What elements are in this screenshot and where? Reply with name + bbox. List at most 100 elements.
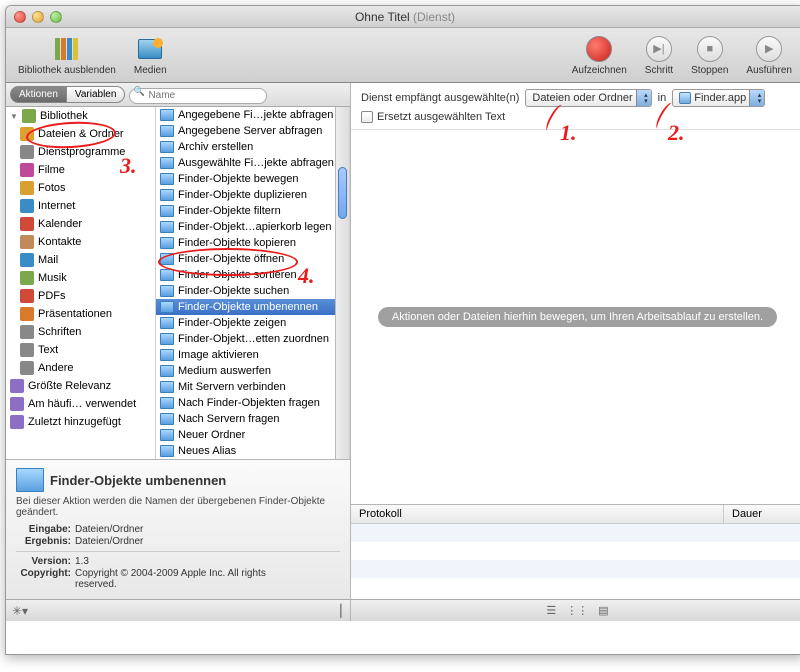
view-icon-3[interactable]: ▤ bbox=[598, 604, 608, 617]
category-item[interactable]: Dateien & Ordner bbox=[6, 125, 155, 143]
category-list[interactable]: ▼BibliothekDateien & OrdnerDienstprogram… bbox=[6, 107, 156, 459]
action-item[interactable]: Finder-Objekt…etten zuordnen bbox=[156, 331, 349, 347]
finder-icon bbox=[160, 237, 174, 249]
category-item[interactable]: Musik bbox=[6, 269, 155, 287]
action-item[interactable]: Finder-Objekte sortieren bbox=[156, 267, 349, 283]
step-button[interactable]: ▶| Schritt bbox=[645, 35, 673, 76]
smart-folder[interactable]: Größte Relevanz bbox=[6, 377, 155, 395]
workflow-canvas[interactable]: Aktionen oder Dateien hierhin bewegen, u… bbox=[351, 129, 800, 504]
application-popup[interactable]: Finder.app▴▾ bbox=[672, 89, 765, 107]
category-item[interactable]: Kalender bbox=[6, 215, 155, 233]
finder-icon bbox=[160, 317, 174, 329]
info-panel: Finder-Objekte umbenennen Bei dieser Akt… bbox=[6, 459, 350, 599]
category-item[interactable]: PDFs bbox=[6, 287, 155, 305]
tab-actions[interactable]: Aktionen bbox=[10, 86, 67, 103]
sidebar-footer: ✳︎▾ ⎮ bbox=[6, 599, 350, 621]
action-item[interactable]: Angegebene Server abfragen bbox=[156, 123, 349, 139]
finder-icon bbox=[160, 349, 174, 361]
smart-folder[interactable]: Am häufi… verwendet bbox=[6, 395, 155, 413]
toolbar: Bibliothek ausblenden Medien Aufzeichnen… bbox=[6, 28, 800, 83]
category-item[interactable]: Filme bbox=[6, 161, 155, 179]
action-item[interactable]: Image aktivieren bbox=[156, 347, 349, 363]
action-item[interactable]: Archiv erstellen bbox=[156, 139, 349, 155]
category-item[interactable]: Schriften bbox=[6, 323, 155, 341]
workflow-placeholder: Aktionen oder Dateien hierhin bewegen, u… bbox=[378, 307, 777, 327]
action-item[interactable]: Neues Alias bbox=[156, 443, 349, 459]
search-input[interactable] bbox=[129, 88, 267, 104]
action-item[interactable]: Finder-Objekte bewegen bbox=[156, 171, 349, 187]
finder-icon bbox=[160, 189, 174, 201]
replace-text-checkbox[interactable]: Ersetzt ausgewählten Text bbox=[361, 111, 794, 123]
minimize-button[interactable] bbox=[32, 11, 44, 23]
stop-icon: ■ bbox=[697, 36, 723, 62]
run-icon: ▶ bbox=[756, 36, 782, 62]
service-config-bar: Dienst empfängt ausgewählte(n) Dateien o… bbox=[351, 83, 800, 129]
log-col-protocol[interactable]: Protokoll bbox=[351, 505, 724, 523]
action-item[interactable]: Ausgewählte Fi…jekte abfragen bbox=[156, 155, 349, 171]
hide-library-label: Bibliothek ausblenden bbox=[18, 65, 116, 76]
action-item[interactable]: Finder-Objekte öffnen bbox=[156, 251, 349, 267]
category-library[interactable]: ▼Bibliothek bbox=[6, 107, 155, 125]
finder-icon bbox=[160, 397, 174, 409]
library-tabs[interactable]: Aktionen Variablen bbox=[10, 86, 125, 103]
action-item[interactable]: Medium auswerfen bbox=[156, 363, 349, 379]
hide-library-button[interactable]: Bibliothek ausblenden bbox=[18, 35, 116, 76]
action-item[interactable]: Angegebene Fi…jekte abfragen bbox=[156, 107, 349, 123]
finder-icon bbox=[160, 173, 174, 185]
category-item[interactable]: Kontakte bbox=[6, 233, 155, 251]
action-item[interactable]: Finder-Objekte filtern bbox=[156, 203, 349, 219]
content-footer: ☰ ⋮⋮ ▤ bbox=[351, 599, 800, 621]
action-item[interactable]: Finder-Objekte duplizieren bbox=[156, 187, 349, 203]
media-label: Medien bbox=[134, 65, 167, 76]
media-icon bbox=[138, 39, 162, 59]
category-item[interactable]: Andere bbox=[6, 359, 155, 377]
record-button[interactable]: Aufzeichnen bbox=[572, 35, 627, 76]
close-button[interactable] bbox=[14, 11, 26, 23]
action-item[interactable]: Finder-Objekte umbenennen bbox=[156, 299, 349, 315]
stop-label: Stoppen bbox=[691, 65, 728, 76]
finder-icon bbox=[160, 333, 174, 345]
resize-handle[interactable]: ⎮ bbox=[338, 604, 344, 618]
record-label: Aufzeichnen bbox=[572, 65, 627, 76]
action-item[interactable]: Mit Servern verbinden bbox=[156, 379, 349, 395]
scrollbar[interactable] bbox=[335, 107, 349, 459]
zoom-button[interactable] bbox=[50, 11, 62, 23]
category-item[interactable]: Dienstprogramme bbox=[6, 143, 155, 161]
run-button[interactable]: ▶ Ausführen bbox=[746, 35, 792, 76]
action-item[interactable]: Finder-Objekte suchen bbox=[156, 283, 349, 299]
finder-icon bbox=[16, 468, 44, 492]
action-item[interactable]: Nach Finder-Objekten fragen bbox=[156, 395, 349, 411]
view-icon-2[interactable]: ⋮⋮ bbox=[566, 604, 588, 617]
finder-icon bbox=[160, 141, 174, 153]
finder-icon bbox=[160, 125, 174, 137]
smart-folder[interactable]: Zuletzt hinzugefügt bbox=[6, 413, 155, 431]
log-col-duration[interactable]: Dauer bbox=[724, 505, 800, 523]
action-item[interactable]: Finder-Objekte kopieren bbox=[156, 235, 349, 251]
category-item[interactable]: Mail bbox=[6, 251, 155, 269]
action-item[interactable]: Neuer Ordner bbox=[156, 427, 349, 443]
category-item[interactable]: Präsentationen bbox=[6, 305, 155, 323]
finder-app-icon bbox=[679, 92, 691, 104]
action-item[interactable]: Nach Servern fragen bbox=[156, 411, 349, 427]
input-type-popup[interactable]: Dateien oder Ordner▴▾ bbox=[525, 89, 651, 107]
category-item[interactable]: Internet bbox=[6, 197, 155, 215]
info-title: Finder-Objekte umbenennen bbox=[50, 473, 226, 488]
finder-icon bbox=[160, 381, 174, 393]
config-label-in: in bbox=[658, 92, 667, 104]
finder-icon bbox=[160, 269, 174, 281]
stop-button[interactable]: ■ Stoppen bbox=[691, 35, 728, 76]
info-description: Bei dieser Aktion werden die Namen der ü… bbox=[16, 496, 340, 518]
gear-icon[interactable]: ✳︎▾ bbox=[12, 604, 28, 618]
action-item[interactable]: Finder-Objekte zeigen bbox=[156, 315, 349, 331]
view-icon-1[interactable]: ☰ bbox=[546, 604, 556, 617]
finder-icon bbox=[160, 445, 174, 457]
category-item[interactable]: Fotos bbox=[6, 179, 155, 197]
finder-icon bbox=[160, 413, 174, 425]
action-item[interactable]: Finder-Objekt…apierkorb legen bbox=[156, 219, 349, 235]
run-label: Ausführen bbox=[746, 65, 792, 76]
log-panel: Protokoll Dauer bbox=[351, 504, 800, 599]
action-list[interactable]: Angegebene Fi…jekte abfragenAngegebene S… bbox=[156, 107, 350, 459]
tab-variables[interactable]: Variablen bbox=[67, 86, 126, 103]
media-button[interactable]: Medien bbox=[134, 35, 167, 76]
category-item[interactable]: Text bbox=[6, 341, 155, 359]
